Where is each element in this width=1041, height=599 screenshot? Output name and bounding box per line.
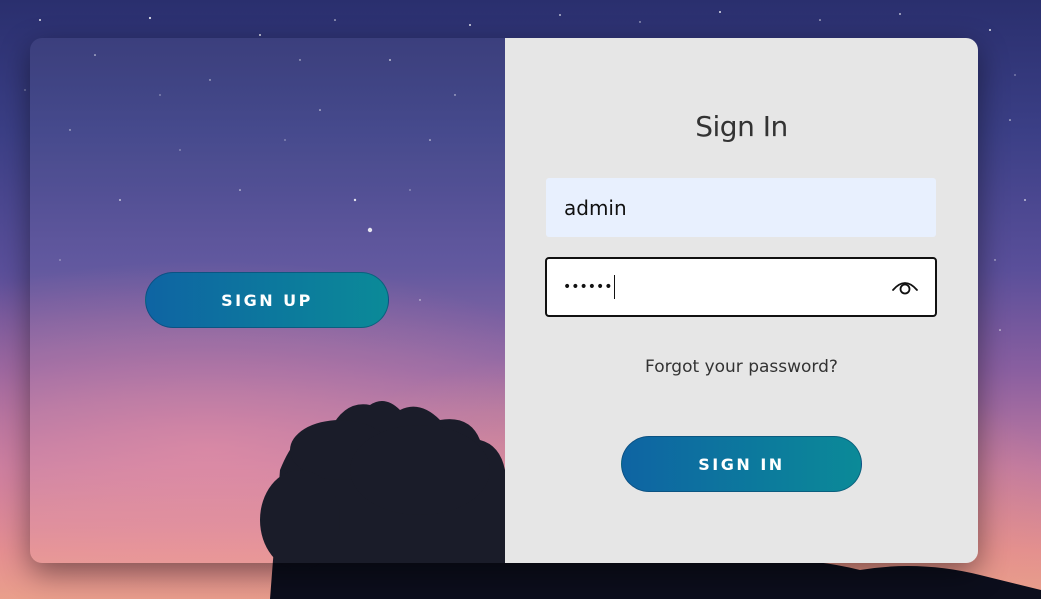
password-value: •••••• bbox=[563, 275, 615, 299]
overlay-panel: SIGN UP bbox=[30, 38, 506, 563]
sign-in-form: Sign In admin •••••• Forgot your passwor… bbox=[505, 38, 978, 563]
text-caret bbox=[613, 275, 615, 299]
sign-in-button[interactable]: SIGN IN bbox=[621, 436, 862, 492]
eye-icon[interactable] bbox=[891, 277, 919, 297]
sign-up-button[interactable]: SIGN UP bbox=[145, 272, 389, 328]
username-value: admin bbox=[564, 195, 627, 220]
username-field[interactable]: admin bbox=[546, 178, 936, 237]
form-title: Sign In bbox=[695, 110, 788, 143]
password-field[interactable]: •••••• bbox=[545, 257, 937, 317]
forgot-password-link[interactable]: Forgot your password? bbox=[505, 357, 978, 377]
auth-card: SIGN UP Sign In admin •••••• Forgot your… bbox=[30, 38, 978, 563]
password-masked-text: •••••• bbox=[563, 279, 613, 295]
